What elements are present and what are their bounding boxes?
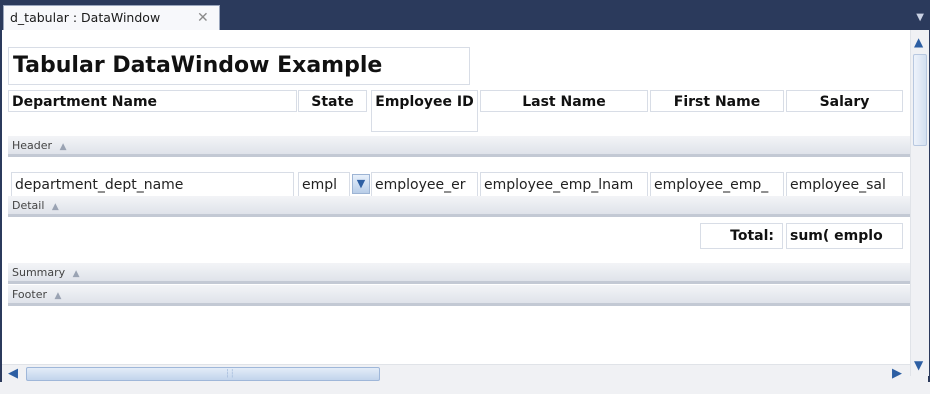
tab-title: d_tabular : DataWindow (10, 10, 161, 25)
horizontal-scrollbar[interactable]: ◀ ┆┆ ▶ (2, 364, 910, 383)
scroll-left-icon[interactable]: ◀ (8, 366, 18, 381)
report-title[interactable]: Tabular DataWindow Example (8, 47, 470, 85)
window-bottom-edge (0, 382, 930, 394)
band-header-arrow-icon: ▲ (59, 142, 67, 152)
scroll-right-icon[interactable]: ▶ (892, 366, 902, 381)
band-footer[interactable]: Footer ▲ (8, 285, 912, 306)
header-state[interactable]: State (298, 90, 367, 112)
band-summary[interactable]: Summary ▲ (8, 263, 912, 284)
band-detail[interactable]: Detail ▲ (8, 196, 912, 217)
column-state[interactable]: empl (298, 172, 350, 197)
header-salary[interactable]: Salary (786, 90, 903, 112)
column-employee-last-name[interactable]: employee_emp_lnam (480, 172, 648, 197)
scroll-down-icon[interactable]: ▼ (914, 358, 923, 372)
close-icon[interactable]: ✕ (197, 6, 209, 30)
vertical-scroll-thumb[interactable] (913, 54, 927, 146)
header-department-name[interactable]: Department Name (8, 90, 297, 112)
horizontal-scroll-thumb[interactable]: ┆┆ (26, 367, 380, 381)
band-header-label: Header (12, 139, 53, 152)
scroll-grip-icon: ┆┆ (225, 369, 235, 378)
total-label[interactable]: Total: (700, 223, 783, 249)
scroll-up-icon[interactable]: ▲ (914, 35, 923, 49)
total-sum-expression[interactable]: sum( emplo (786, 223, 903, 249)
vertical-scrollbar[interactable]: ▲ ▼ (910, 30, 929, 376)
datawindow-canvas[interactable]: Tabular DataWindow Example Department Na… (2, 30, 928, 394)
header-first-name[interactable]: First Name (650, 90, 784, 112)
column-employee-id[interactable]: employee_er (371, 172, 478, 197)
band-detail-label: Detail (12, 199, 45, 212)
band-summary-arrow-icon: ▲ (72, 269, 80, 279)
band-header[interactable]: Header ▲ (8, 136, 912, 157)
band-footer-arrow-icon: ▲ (54, 291, 62, 301)
column-department-dept-name[interactable]: department_dept_name (11, 172, 294, 197)
tab-menu-icon[interactable]: ▼ (916, 12, 924, 23)
document-tab-strip: d_tabular : DataWindow ✕ ▼ (0, 0, 930, 30)
header-employee-id[interactable]: Employee ID (371, 90, 478, 132)
band-detail-arrow-icon: ▲ (51, 202, 59, 212)
band-footer-label: Footer (12, 288, 47, 301)
column-employee-first-name[interactable]: employee_emp_ (650, 172, 784, 197)
tab-d-tabular[interactable]: d_tabular : DataWindow ✕ (3, 5, 220, 30)
column-employee-salary[interactable]: employee_sal (786, 172, 903, 197)
header-last-name[interactable]: Last Name (480, 90, 648, 112)
band-summary-label: Summary (12, 266, 66, 279)
dropdown-arrow-icon[interactable]: ▼ (352, 174, 370, 194)
